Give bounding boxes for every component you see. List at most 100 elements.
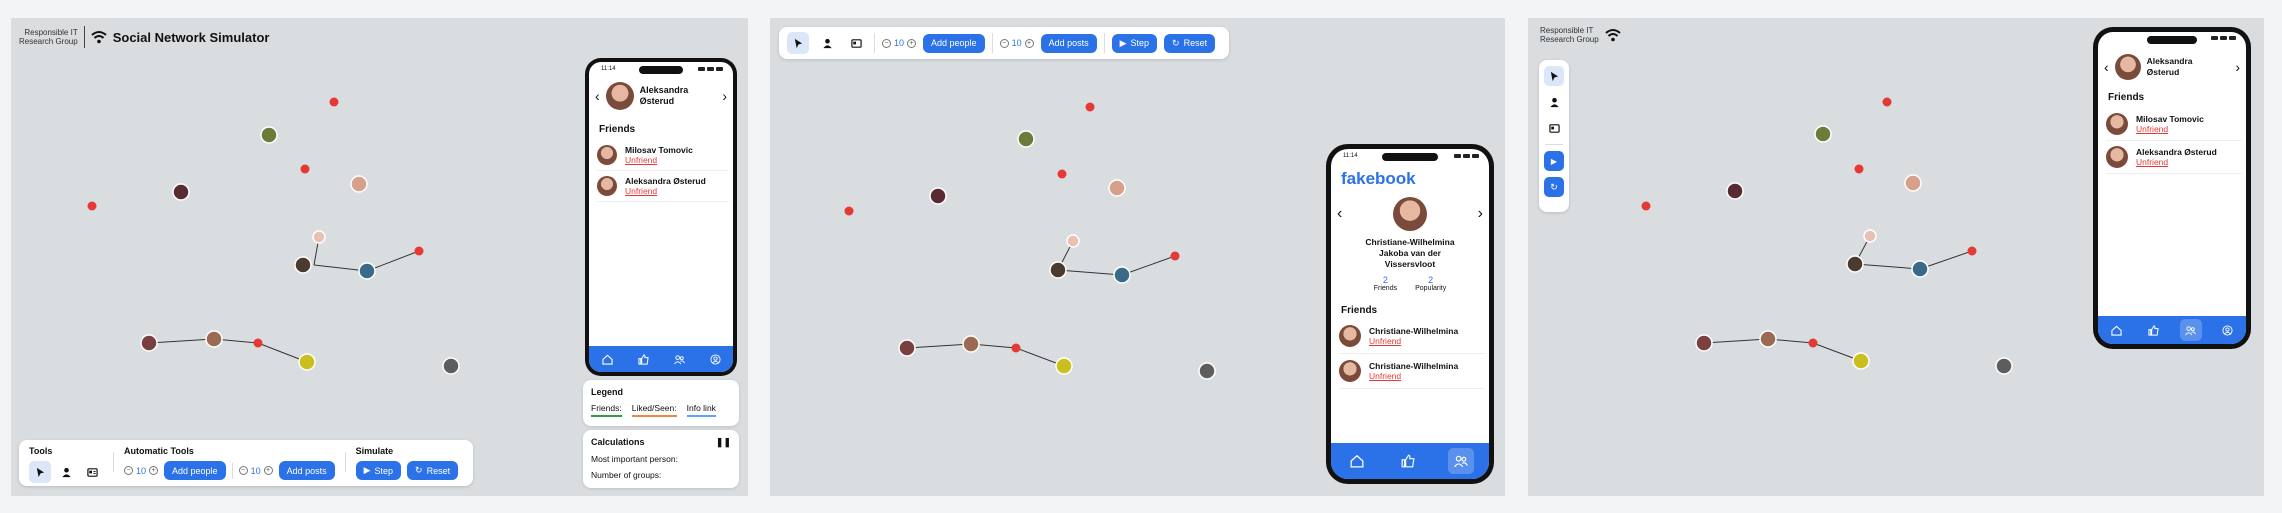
likes-tab[interactable] bbox=[1397, 450, 1419, 472]
org-name: Responsible IT Research Group bbox=[19, 28, 78, 46]
unfriend-link[interactable]: Unfriend bbox=[1369, 336, 1458, 346]
add-posts-button[interactable]: Add posts bbox=[278, 461, 335, 480]
thumbs-up-icon bbox=[637, 353, 649, 365]
phone-mockup: ‹ Aleksandra Østerud › Friends Milosav To… bbox=[2093, 27, 2251, 349]
top-toolbar: −10 + Add people −10 + Add posts ▶ Step ↻ Re… bbox=[779, 27, 1229, 59]
add-post-tool-button[interactable] bbox=[845, 32, 867, 54]
profile-name: Aleksandra Østerud bbox=[2146, 56, 2193, 77]
add-post-tool-button[interactable] bbox=[1544, 118, 1564, 138]
unfriend-link[interactable]: Unfriend bbox=[625, 155, 693, 165]
add-people-button[interactable]: Add people bbox=[164, 461, 226, 480]
status-time: 11:14 bbox=[1343, 153, 1358, 159]
home-icon bbox=[601, 354, 613, 365]
add-posts-button[interactable]: Add posts bbox=[1040, 33, 1097, 53]
avatar bbox=[597, 145, 617, 165]
add-person-tool-button[interactable] bbox=[1544, 92, 1564, 112]
posts-count-stepper[interactable]: −10 + bbox=[238, 466, 273, 476]
post-node bbox=[300, 164, 310, 174]
friends-tab[interactable] bbox=[668, 348, 690, 370]
previous-profile-icon[interactable]: ‹ bbox=[1337, 205, 1342, 223]
tools-label: Tools bbox=[29, 446, 53, 456]
person-node bbox=[298, 353, 316, 371]
unfriend-link[interactable]: Unfriend bbox=[1369, 371, 1458, 381]
reset-icon: ↻ bbox=[1550, 181, 1558, 192]
next-profile-icon[interactable]: › bbox=[1478, 205, 1483, 223]
posts-count-stepper[interactable]: −10 + bbox=[999, 38, 1034, 48]
profile-tab[interactable] bbox=[704, 348, 726, 370]
user-circle-icon bbox=[709, 353, 721, 365]
avatar bbox=[597, 176, 617, 196]
previous-profile-icon[interactable]: ‹ bbox=[595, 88, 600, 104]
add-person-tool-button[interactable] bbox=[816, 32, 838, 54]
play-icon: ▶ bbox=[1119, 37, 1127, 48]
unfriend-link[interactable]: Unfriend bbox=[625, 186, 706, 196]
step-button[interactable]: ▶ Step bbox=[355, 461, 402, 480]
friends-count: 2 bbox=[1382, 275, 1388, 285]
person-node bbox=[1814, 125, 1832, 143]
post-node bbox=[1057, 169, 1067, 179]
reset-icon: ↻ bbox=[415, 465, 423, 475]
select-tool-button[interactable] bbox=[787, 32, 809, 54]
avatar bbox=[1339, 360, 1361, 382]
person-node bbox=[1049, 261, 1067, 279]
post-node bbox=[329, 97, 339, 107]
status-icons bbox=[1454, 153, 1479, 159]
post-node bbox=[414, 246, 424, 256]
status-icons bbox=[698, 66, 723, 72]
step-button[interactable]: ▶ bbox=[1544, 151, 1564, 171]
select-tool-button[interactable] bbox=[29, 461, 51, 483]
post-node bbox=[844, 206, 854, 216]
profile-name: Christiane-Wilhelmina Jakoba van der Visse… bbox=[1365, 237, 1455, 269]
list-item: Milosav Tomovic Unfriend bbox=[597, 140, 729, 171]
reset-button[interactable]: ↻ bbox=[1544, 177, 1564, 197]
next-profile-icon[interactable]: › bbox=[722, 88, 727, 104]
reset-button[interactable]: ↻ Reset bbox=[1164, 33, 1216, 53]
next-profile-icon[interactable]: › bbox=[2235, 59, 2240, 75]
friends-list: Milosav Tomovic Unfriend Aleksandra Øster… bbox=[2106, 108, 2242, 174]
person-icon bbox=[1549, 97, 1559, 107]
phone-mockup: 11:14 ‹ Aleksandra Østerud › Friends Milo… bbox=[585, 58, 737, 376]
select-tool-button[interactable] bbox=[1544, 66, 1564, 86]
avatar bbox=[1393, 197, 1427, 231]
person-icon bbox=[822, 38, 832, 48]
pause-icon[interactable]: ❚❚ bbox=[716, 437, 731, 448]
friends-tab[interactable] bbox=[2179, 319, 2202, 341]
profile-tab[interactable] bbox=[2217, 319, 2239, 341]
phone-screen: 11:14 fakebook ‹ › Christiane-Wilhelmina… bbox=[1331, 149, 1489, 479]
step-button[interactable]: ▶ Step bbox=[1111, 33, 1158, 53]
most-important-person: Most important person: bbox=[591, 454, 678, 464]
add-post-tool-button[interactable] bbox=[81, 461, 103, 483]
person-node bbox=[1846, 255, 1864, 273]
phone-tab-bar bbox=[1331, 443, 1489, 479]
person-node bbox=[358, 262, 376, 280]
likes-tab[interactable] bbox=[2143, 319, 2165, 341]
add-person-tool-button[interactable] bbox=[55, 461, 77, 483]
friends-tab[interactable] bbox=[1448, 448, 1475, 474]
cursor-icon bbox=[1550, 71, 1558, 81]
add-people-button[interactable]: Add people bbox=[923, 33, 985, 53]
unfriend-link[interactable]: Unfriend bbox=[2136, 124, 2204, 134]
avatar bbox=[605, 82, 634, 110]
person-node bbox=[929, 187, 947, 205]
home-tab[interactable] bbox=[596, 348, 618, 370]
people-count-stepper[interactable]: −10 + bbox=[124, 466, 159, 476]
brand-header: Responsible IT Research Group bbox=[1540, 26, 1621, 44]
post-node bbox=[1854, 164, 1864, 174]
cursor-icon bbox=[36, 467, 44, 477]
people-count-stepper[interactable]: −10 + bbox=[882, 38, 917, 48]
play-icon: ▶ bbox=[363, 465, 371, 475]
unfriend-link[interactable]: Unfriend bbox=[2136, 157, 2217, 167]
likes-tab[interactable] bbox=[632, 348, 654, 370]
home-tab[interactable] bbox=[1346, 450, 1368, 472]
home-tab[interactable] bbox=[2106, 319, 2128, 341]
person-node bbox=[1904, 174, 1922, 192]
friends-title: Friends bbox=[1341, 305, 1378, 316]
reset-button[interactable]: ↻ Reset bbox=[407, 461, 459, 480]
post-node bbox=[87, 201, 97, 211]
post-node bbox=[253, 338, 263, 348]
legend-title: Legend bbox=[591, 387, 624, 397]
previous-profile-icon[interactable]: ‹ bbox=[2104, 59, 2109, 75]
phone-mockup: 11:14 fakebook ‹ › Christiane-Wilhelmina… bbox=[1326, 144, 1494, 484]
post-node bbox=[1085, 102, 1095, 112]
post-icon bbox=[1548, 123, 1560, 133]
